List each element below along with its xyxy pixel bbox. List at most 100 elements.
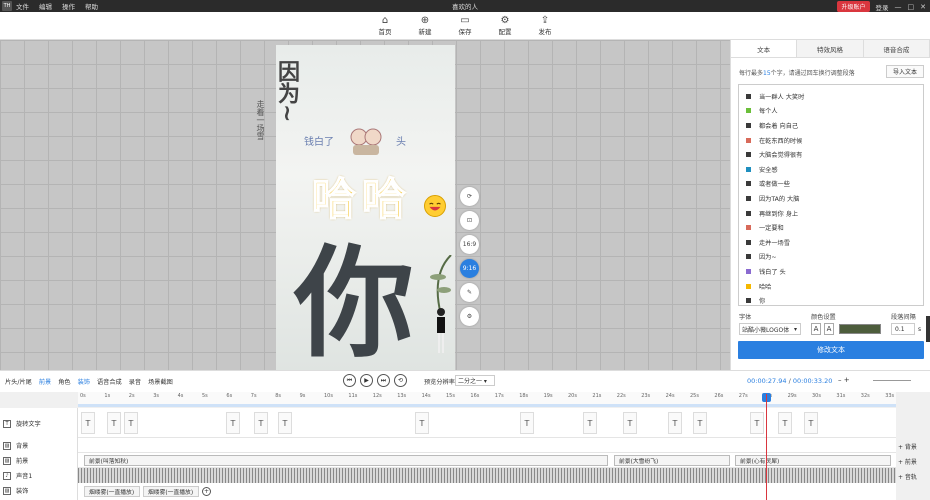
text-keyframe[interactable]: T <box>124 412 138 434</box>
add-background-button[interactable]: + 背景 <box>898 441 928 451</box>
tool-intro-outro[interactable]: 片头/片尾 <box>5 377 32 386</box>
list-item[interactable]: 走并一场雪 <box>746 235 923 250</box>
rotate-button[interactable]: ⟳ <box>460 187 479 206</box>
text-keyframe[interactable]: T <box>623 412 637 434</box>
play-button[interactable]: ▶ <box>360 374 373 387</box>
fg-clip[interactable]: 前景(大雪纷飞) <box>614 455 730 466</box>
panel-scrollbar[interactable] <box>926 316 930 342</box>
tool-decoration[interactable]: 装饰 <box>78 377 90 386</box>
text-keyframe[interactable]: T <box>254 412 268 434</box>
list-item[interactable]: 再继到你 身上 <box>746 206 923 221</box>
timeline-scrollbar[interactable] <box>78 404 896 407</box>
plant-decoration[interactable] <box>426 255 455 315</box>
list-item[interactable]: 因为TA的 大脑 <box>746 191 923 206</box>
fx-clip[interactable]: 烟缕雾(一直播放) <box>143 486 199 497</box>
list-item[interactable]: 一定要和 <box>746 220 923 235</box>
config-button[interactable]: ⚙ 配置 <box>492 12 518 39</box>
add-decoration-button[interactable]: + <box>202 487 211 496</box>
text-track[interactable]: T T T T T T T T T T T T T T T <box>78 408 896 438</box>
text-keyframe[interactable]: T <box>668 412 682 434</box>
font-select[interactable]: 站酷小薇LOGO体 ▾ <box>739 323 801 335</box>
tab-speech[interactable]: 语音合成 <box>863 40 930 57</box>
list-item[interactable]: 哈哈 <box>746 279 923 294</box>
audio-waveform[interactable] <box>78 468 896 483</box>
text-style-a-button[interactable]: A <box>811 323 821 335</box>
text-keyframe[interactable]: T <box>804 412 818 434</box>
tool-foreground[interactable]: 前景 <box>39 377 51 386</box>
loop-button[interactable]: ⟲ <box>394 374 407 387</box>
maximize-icon[interactable]: □ <box>908 3 915 11</box>
edit-button[interactable]: ✎ <box>460 283 479 302</box>
upgrade-button[interactable]: 升级账户 <box>837 1 870 12</box>
text-keyframe[interactable]: T <box>750 412 764 434</box>
list-item[interactable]: 你 <box>746 293 923 308</box>
text-hua-right[interactable]: 头 <box>396 133 406 148</box>
background-track[interactable] <box>78 438 896 453</box>
tool-character[interactable]: 角色 <box>58 377 70 386</box>
list-item[interactable]: 都会着 向自己 <box>746 118 923 133</box>
tool-speech[interactable]: 语音合成 <box>97 377 122 386</box>
text-haha[interactable]: 哈哈 <box>311 163 412 227</box>
decoration-track[interactable]: 烟缕雾(一直播放) 烟缕雾(一直播放) + <box>78 483 896 500</box>
new-button[interactable]: ⊕ 新建 <box>412 12 438 39</box>
text-keyframe[interactable]: T <box>415 412 429 434</box>
tool-record[interactable]: 录音 <box>129 377 141 386</box>
ratio-9-16-button[interactable]: 9:16 <box>460 259 479 278</box>
lock-button[interactable]: ⊡ <box>460 211 479 230</box>
zoom-controls[interactable]: – + <box>838 376 850 384</box>
text-keyframe[interactable]: T <box>520 412 534 434</box>
editor-canvas[interactable]: 走着一场雪 因为~ 钱白了 头 哈哈 你 ⟳ ⊡ 16:9 9:16 ✎ ⚙ <box>0 40 730 370</box>
menu-help[interactable]: 帮助 <box>85 1 98 11</box>
text-keyframe[interactable]: T <box>693 412 707 434</box>
side-text[interactable]: 走着一场雪 <box>255 100 266 140</box>
minimize-icon[interactable]: — <box>895 3 902 11</box>
text-keyframe[interactable]: T <box>278 412 292 434</box>
modify-text-button[interactable]: 修改文本 <box>738 341 924 359</box>
tab-text[interactable]: 文本 <box>731 40 798 57</box>
girl-figure[interactable] <box>434 307 448 357</box>
spacing-stepper[interactable]: 0.1 <box>891 323 915 335</box>
text-keyframe[interactable]: T <box>226 412 240 434</box>
vertical-text[interactable]: 因为~ <box>276 60 299 122</box>
login-link[interactable]: 登录 <box>876 2 889 12</box>
import-text-button[interactable]: 导入文本 <box>886 65 924 78</box>
text-ni[interactable]: 你 <box>294 245 414 365</box>
text-keyframe[interactable]: T <box>107 412 121 434</box>
text-hua-left[interactable]: 钱白了 <box>304 133 334 148</box>
list-item[interactable]: 大脑会觉得很有 <box>746 147 923 162</box>
video-frame[interactable]: 因为~ 钱白了 头 哈哈 你 <box>276 45 455 370</box>
list-item[interactable]: 每个人 <box>746 104 923 119</box>
tab-effect-style[interactable]: 特效风格 <box>797 40 864 57</box>
list-item[interactable]: 因为~ <box>746 250 923 265</box>
color-picker[interactable] <box>839 324 881 334</box>
list-item[interactable]: 安全感 <box>746 162 923 177</box>
prev-button[interactable]: ⏮ <box>343 374 356 387</box>
list-item[interactable]: 在乾东西的时候 <box>746 133 923 148</box>
list-item[interactable]: 钱白了 头 <box>746 264 923 279</box>
fg-clip[interactable]: 前景(叫落知秋) <box>84 455 608 466</box>
text-style-a-outline-button[interactable]: A <box>824 323 834 335</box>
foreground-track[interactable]: 前景(叫落知秋) 前景(大雪纷飞) 前景(心有灵犀) <box>78 453 896 468</box>
add-foreground-button[interactable]: + 前景 <box>898 456 928 466</box>
list-item[interactable]: 或者做一些 <box>746 177 923 192</box>
home-button[interactable]: ⌂ 首页 <box>372 12 398 39</box>
next-button[interactable]: ⏭ <box>377 374 390 387</box>
fg-clip[interactable]: 前景(心有灵犀) <box>735 455 891 466</box>
ratio-16-9-button[interactable]: 16:9 <box>460 235 479 254</box>
add-audio-button[interactable]: + 音轨 <box>898 471 928 481</box>
settings-button[interactable]: ⚙ <box>460 307 479 326</box>
save-button[interactable]: ▭ 保存 <box>452 12 478 39</box>
zoom-slider[interactable] <box>873 380 911 381</box>
list-item[interactable]: 当一群人 大笑时 <box>746 89 923 104</box>
menu-file[interactable]: 文件 <box>16 1 29 11</box>
tool-screenshot[interactable]: 场景截图 <box>148 377 173 386</box>
close-icon[interactable]: ✕ <box>920 3 926 11</box>
resolution-select[interactable]: 二分之一 ▾ <box>455 375 495 386</box>
text-keyframe[interactable]: T <box>81 412 95 434</box>
menu-operate[interactable]: 操作 <box>62 1 75 11</box>
fx-clip[interactable]: 烟缕雾(一直播放) <box>84 486 140 497</box>
timeline-tracks[interactable]: T T T T T T T T T T T T T T T 前景(叫落知秋) 前… <box>78 408 896 500</box>
text-list[interactable]: 当一群人 大笑时 每个人 都会着 向自己 在乾东西的时候 大脑会觉得很有 安全感… <box>738 84 924 306</box>
grandparents-sticker[interactable] <box>348 125 384 157</box>
menu-edit[interactable]: 编辑 <box>39 1 52 11</box>
